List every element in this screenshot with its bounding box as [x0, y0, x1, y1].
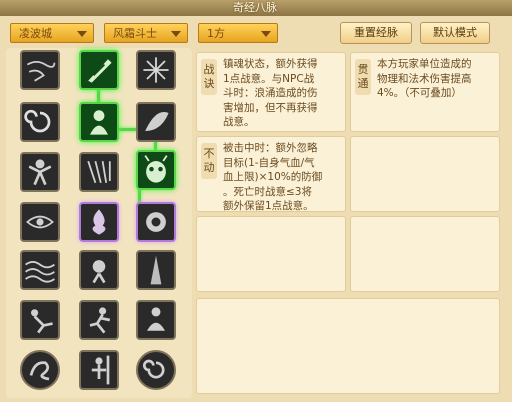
starburst-icon	[143, 57, 169, 83]
round-dragon-icon	[29, 361, 50, 381]
meridian-panel: 奇经八脉 凌波城 风霜斗士 1方 重置经脉 默认模式 战诀 镇魂状态，额外获得 …	[0, 0, 512, 402]
skill-slot[interactable]	[79, 152, 119, 192]
skill-slot[interactable]	[136, 150, 176, 190]
flame-spirit-icon	[92, 209, 106, 235]
skill-slot[interactable]	[79, 202, 119, 242]
skill-slot[interactable]	[136, 250, 176, 290]
plan-dropdown[interactable]: 1方	[198, 23, 278, 43]
effect-cards: 战诀 镇魂状态，额外获得 1点战意。与NPC战 斗时：浪涌造成的伤 害增加，但不…	[196, 48, 504, 396]
skill-slot[interactable]	[20, 50, 60, 90]
skill-slot[interactable]	[136, 202, 176, 242]
warrior-icon	[28, 159, 52, 186]
staff-figure-icon	[91, 355, 110, 385]
skill-slot[interactable]	[20, 202, 60, 242]
effect-card[interactable]: 不动 被击中时：额外忽略 目标(1-自身气血/气 血上限)×10%的防御 。死亡…	[196, 136, 346, 212]
skill-slot[interactable]	[20, 300, 60, 340]
effect-card[interactable]: 贯通 本方玩家单位造成的 物理和法术伤害提高 4%。（不可叠加）	[350, 52, 500, 132]
effect-card-empty	[350, 216, 500, 292]
chevron-down-icon	[171, 31, 181, 37]
skill-slot[interactable]	[20, 350, 60, 390]
reset-meridian-button[interactable]: 重置经脉	[340, 22, 412, 44]
skill-slot[interactable]	[20, 250, 60, 290]
plan-dropdown-label: 1方	[207, 27, 225, 40]
effect-card-empty	[350, 136, 500, 212]
school-dropdown-label: 风霜斗士	[113, 27, 157, 40]
silhouette-icon	[90, 110, 108, 135]
round-coil-icon	[142, 359, 165, 379]
eye-scroll-icon	[26, 215, 54, 229]
skill-slot[interactable]	[136, 50, 176, 90]
effect-card-tag: 不动	[201, 143, 217, 179]
skill-slot[interactable]	[79, 350, 119, 390]
feather-banner-icon	[88, 59, 112, 83]
details-panel	[196, 298, 500, 394]
skill-slot[interactable]	[136, 102, 176, 142]
leaf-wind-icon	[145, 111, 169, 131]
waves-icon	[25, 261, 55, 283]
demon-mask-icon	[144, 155, 168, 183]
running-figure-icon	[89, 307, 111, 334]
skill-slot[interactable]	[79, 300, 119, 340]
sect-dropdown[interactable]: 凌波城	[10, 23, 94, 43]
skill-slot[interactable]	[136, 350, 176, 390]
storm-icon	[26, 61, 56, 82]
falling-figure-icon	[31, 309, 53, 334]
skill-slot[interactable]	[79, 250, 119, 290]
chevron-down-icon	[261, 31, 271, 37]
effect-card-text: 本方玩家单位造成的 物理和法术伤害提高 4%。（不可叠加）	[377, 58, 472, 99]
window-title: 奇经八脉	[233, 1, 277, 14]
claws-icon	[87, 160, 111, 184]
skill-slot[interactable]	[20, 102, 60, 142]
effect-card-text: 镇魂状态，额外获得 1点战意。与NPC战 斗时：浪涌造成的伤 害增加，但不再获得…	[223, 58, 318, 128]
skill-slot[interactable]	[79, 50, 119, 90]
swirl-icon	[24, 109, 51, 133]
effect-card-tag: 贯通	[355, 59, 371, 95]
skill-slot[interactable]	[79, 102, 119, 142]
default-mode-button[interactable]: 默认模式	[420, 22, 490, 44]
dark-spirit-icon	[146, 212, 166, 232]
effect-card-empty	[196, 216, 346, 292]
effect-card[interactable]: 战诀 镇魂状态，额外获得 1点战意。与NPC战 斗时：浪涌造成的伤 害增加，但不…	[196, 52, 346, 132]
effect-card-tag: 战诀	[201, 59, 217, 95]
effect-card-text: 被击中时：额外忽略 目标(1-自身气血/气 血上限)×10%的防御 。死亡时战意…	[223, 142, 323, 212]
sect-dropdown-label: 凌波城	[19, 27, 52, 40]
school-dropdown[interactable]: 风霜斗士	[104, 23, 188, 43]
skill-slot[interactable]	[20, 152, 60, 192]
sun-figure-icon	[92, 260, 106, 284]
skill-slot[interactable]	[136, 300, 176, 340]
chevron-down-icon	[77, 31, 87, 37]
meditating-figure-icon	[147, 307, 165, 331]
spear-figure-icon	[150, 255, 162, 285]
